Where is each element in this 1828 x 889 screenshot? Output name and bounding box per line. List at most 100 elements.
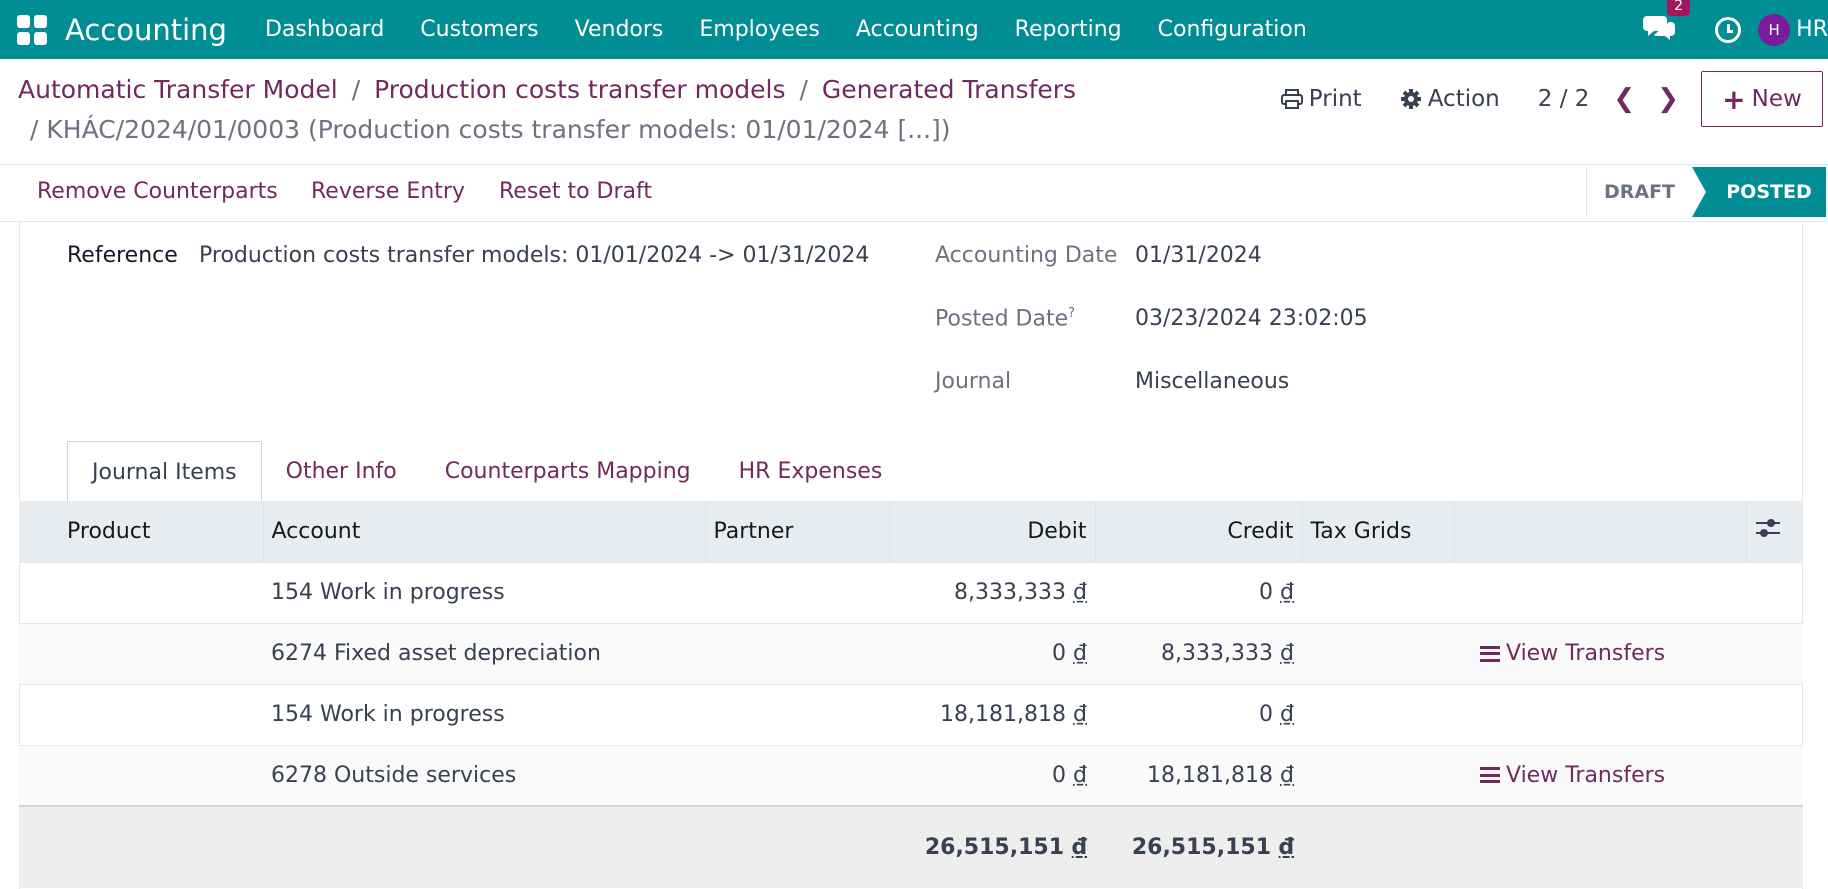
cell-credit[interactable]: 0 ₫ (1095, 562, 1302, 623)
currency-symbol: ₫ (1280, 641, 1294, 666)
nav-configuration[interactable]: Configuration (1140, 17, 1325, 42)
pager-value[interactable]: 2 / 2 (1538, 86, 1590, 112)
cell-account[interactable]: 154 Work in progress (263, 684, 705, 745)
nav-vendors[interactable]: Vendors (557, 17, 682, 42)
table-row[interactable]: 154 Work in progress 18,181,818 ₫ 0 ₫ (19, 684, 1803, 745)
apps-menu-icon[interactable] (17, 14, 49, 45)
accounting-date-value[interactable]: 01/31/2024 (1135, 243, 1262, 268)
nav-reporting[interactable]: Reporting (997, 17, 1140, 42)
column-account[interactable]: Account (263, 501, 706, 562)
cell-empty (1746, 745, 1803, 806)
tab-other-info[interactable]: Other Info (262, 441, 421, 502)
activity-clock-icon[interactable] (1715, 16, 1742, 43)
app-name[interactable]: Accounting (65, 13, 227, 47)
cell-product[interactable] (19, 623, 263, 684)
nav-accounting[interactable]: Accounting (838, 17, 997, 42)
nav-dashboard[interactable]: Dashboard (247, 17, 402, 42)
user-avatar[interactable]: H (1758, 13, 1791, 46)
cell-product[interactable] (19, 684, 263, 745)
currency-symbol: ₫ (1280, 762, 1294, 788)
list-icon (1480, 767, 1500, 784)
debit-amount: 18,181,818 (940, 702, 1066, 727)
action-button[interactable]: Action (1400, 86, 1500, 112)
nav-employees[interactable]: Employees (681, 17, 837, 42)
credit-amount: 0 (1259, 702, 1273, 727)
new-button[interactable]: + New (1701, 71, 1823, 127)
total-debit-amount: 26,515,151 (924, 835, 1065, 860)
cell-credit[interactable]: 0 ₫ (1095, 684, 1302, 745)
status-bar: DRAFT POSTED (1586, 167, 1826, 217)
cell-tax-grids[interactable] (1302, 623, 1454, 684)
currency-symbol: ₫ (1073, 641, 1087, 666)
status-draft[interactable]: DRAFT (1586, 167, 1692, 217)
cell-link (1454, 684, 1746, 745)
cell-account[interactable]: 154 Work in progress (263, 562, 705, 623)
breadcrumb-generated-transfers[interactable]: Generated Transfers (822, 75, 1076, 104)
print-label: Print (1308, 86, 1362, 112)
journal-value[interactable]: Miscellaneous (1135, 369, 1289, 394)
cell-debit[interactable]: 0 ₫ (889, 623, 1095, 684)
cell-partner[interactable] (705, 745, 889, 806)
remove-counterparts-button[interactable]: Remove Counterparts (37, 179, 278, 204)
breadcrumb-production-costs[interactable]: Production costs transfer models (374, 75, 785, 104)
print-icon (1280, 89, 1303, 109)
cell-credit[interactable]: 18,181,818 ₫ (1095, 745, 1302, 806)
chevron-left-icon[interactable]: ❮ (1613, 84, 1635, 114)
cell-debit[interactable]: 0 ₫ (889, 745, 1095, 806)
table-row[interactable]: 6274 Fixed asset depreciation 0 ₫ 8,333,… (19, 623, 1803, 684)
cell-tax-grids[interactable] (1302, 745, 1454, 806)
cell-account[interactable]: 6274 Fixed asset depreciation (263, 623, 705, 684)
view-transfers-button[interactable]: View Transfers (1462, 641, 1738, 666)
total-credit: 26,515,151 ₫ (1095, 806, 1302, 888)
cell-account[interactable]: 6278 Outside services (263, 745, 705, 806)
status-posted[interactable]: POSTED (1692, 167, 1826, 217)
cell-credit[interactable]: 8,333,333 ₫ (1095, 623, 1302, 684)
breadcrumb-separator: / (351, 75, 361, 104)
breadcrumb: Automatic Transfer Model / Production co… (18, 75, 1076, 104)
column-product[interactable]: Product (19, 501, 264, 562)
reset-to-draft-button[interactable]: Reset to Draft (499, 179, 652, 204)
chevron-right-icon[interactable]: ❯ (1657, 84, 1679, 114)
tab-journal-items[interactable]: Journal Items (67, 441, 262, 502)
posted-date-value[interactable]: 03/23/2024 23:02:05 (1135, 306, 1368, 331)
chat-icon[interactable]: 2 (1643, 0, 1691, 46)
new-label: New (1751, 86, 1802, 112)
view-transfers-button[interactable]: View Transfers (1462, 763, 1738, 788)
column-partner[interactable]: Partner (705, 501, 890, 562)
cell-debit[interactable]: 8,333,333 ₫ (889, 562, 1095, 623)
cell-product[interactable] (19, 562, 263, 623)
cell-partner[interactable] (705, 623, 889, 684)
view-transfers-label: View Transfers (1506, 641, 1666, 666)
control-panel: Automatic Transfer Model / Production co… (0, 59, 1828, 165)
nav-customers[interactable]: Customers (402, 17, 556, 42)
column-tax-grids[interactable]: Tax Grids (1302, 501, 1455, 562)
reference-value[interactable]: Production costs transfer models: 01/01/… (199, 243, 869, 268)
table-row[interactable]: 6278 Outside services 0 ₫ 18,181,818 ₫ V… (19, 745, 1803, 806)
list-icon (1480, 645, 1500, 662)
cell-product[interactable] (19, 745, 263, 806)
column-debit[interactable]: Debit (889, 501, 1096, 562)
column-credit[interactable]: Credit (1095, 501, 1303, 562)
help-tooltip-icon[interactable]: ? (1068, 306, 1075, 321)
tab-hr-expenses[interactable]: HR Expenses (715, 441, 907, 502)
table-row[interactable]: 154 Work in progress 8,333,333 ₫ 0 ₫ (19, 562, 1803, 623)
cell-tax-grids[interactable] (1302, 562, 1454, 623)
cell-tax-grids[interactable] (1302, 684, 1454, 745)
top-navbar: Accounting Dashboard Customers Vendors E… (0, 0, 1828, 59)
reverse-entry-button[interactable]: Reverse Entry (311, 179, 465, 204)
cell-empty (1746, 623, 1803, 684)
cell-link (1454, 562, 1746, 623)
cell-debit[interactable]: 18,181,818 ₫ (889, 684, 1095, 745)
chat-count-badge: 2 (1667, 0, 1691, 16)
cell-partner[interactable] (705, 562, 889, 623)
posted-date-label: Posted Date? (935, 306, 1075, 331)
currency-symbol: ₫ (1278, 835, 1294, 860)
tab-counterparts-mapping[interactable]: Counterparts Mapping (421, 441, 715, 502)
optional-columns-toggle[interactable] (1746, 501, 1803, 562)
currency-symbol: ₫ (1073, 580, 1087, 605)
breadcrumb-automatic-transfer-model[interactable]: Automatic Transfer Model (18, 75, 338, 104)
print-button[interactable]: Print (1280, 86, 1362, 112)
cell-link: View Transfers (1454, 745, 1746, 806)
cell-partner[interactable] (705, 684, 889, 745)
user-name[interactable]: HR (1796, 17, 1828, 42)
